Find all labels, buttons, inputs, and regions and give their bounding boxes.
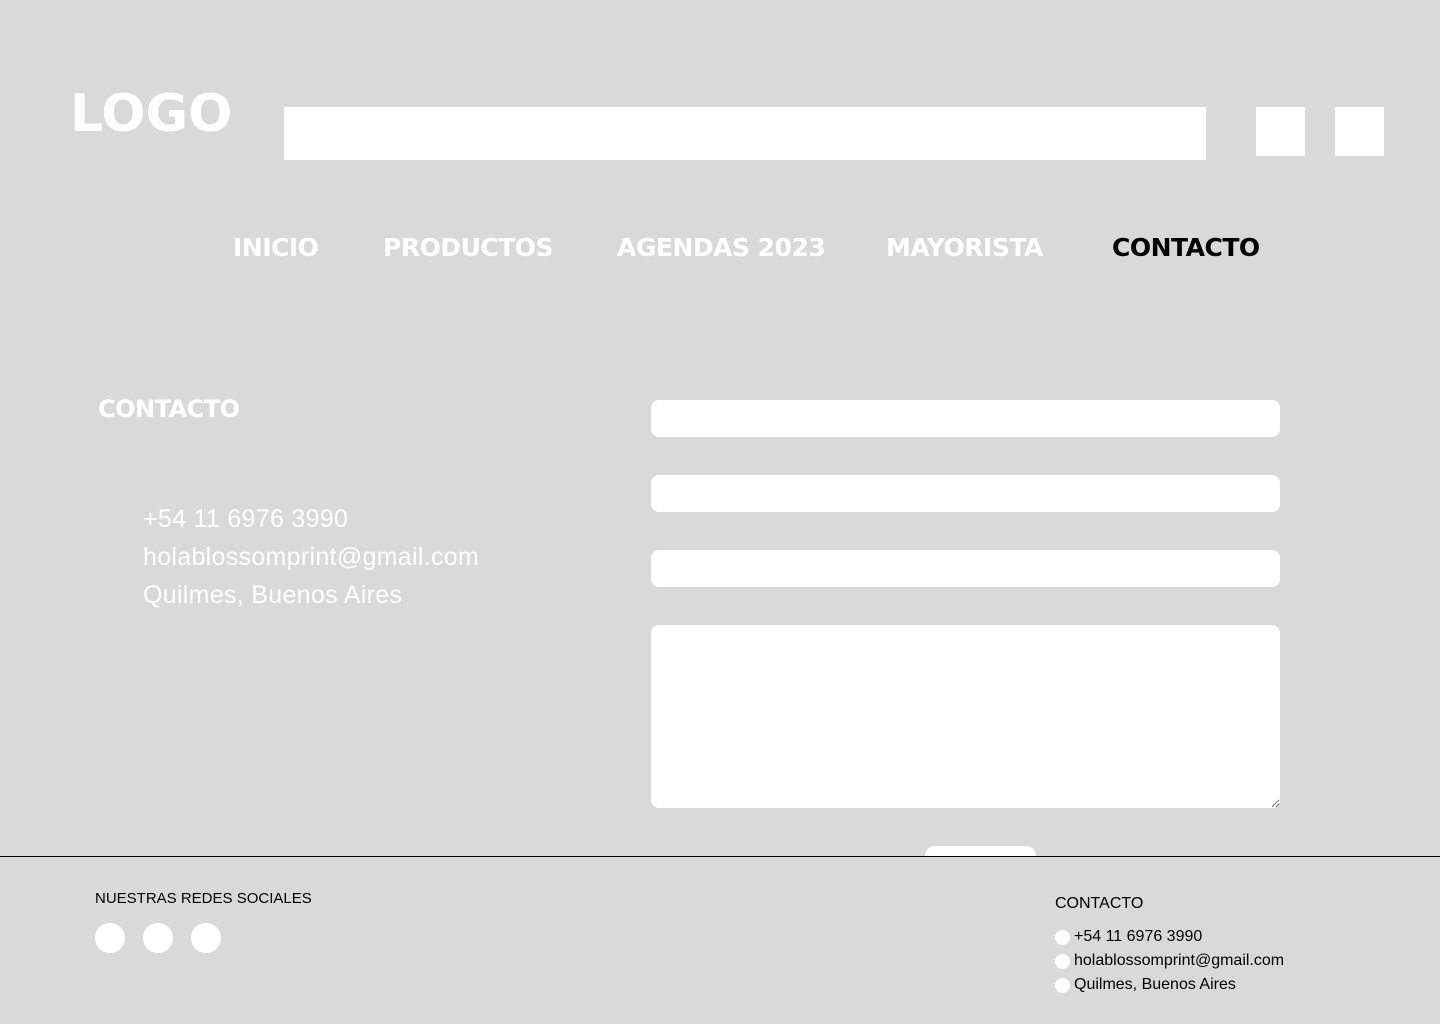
footer-location: Quilmes, Buenos Aires	[1074, 976, 1236, 993]
footer-contact-item: holablossomprint@gmail.com	[1055, 949, 1284, 973]
main-nav: INICIO PRODUCTOS AGENDAS 2023 MAYORISTA …	[0, 233, 1440, 265]
contact-location: Quilmes, Buenos Aires	[143, 581, 403, 609]
footer-contact-item: +54 11 6976 3990	[1055, 925, 1284, 949]
nav-item-agendas[interactable]: AGENDAS 2023	[617, 233, 826, 262]
message-field[interactable]	[651, 625, 1280, 808]
logo[interactable]: LOGO	[70, 84, 232, 144]
page-title: CONTACTO	[98, 395, 240, 423]
contact-phone: +54 11 6976 3990	[143, 505, 349, 533]
location-icon	[1055, 977, 1070, 993]
facebook-icon[interactable]	[143, 923, 173, 953]
contact-email: holablossomprint@gmail.com	[143, 543, 480, 571]
whatsapp-icon[interactable]	[191, 923, 221, 953]
cart-icon[interactable]	[1335, 107, 1384, 156]
nav-item-productos[interactable]: PRODUCTOS	[383, 233, 554, 262]
phone-field[interactable]	[651, 550, 1280, 587]
social-title: NUESTRAS REDES SOCIALES	[95, 890, 312, 907]
mail-icon	[1055, 953, 1070, 969]
nav-item-mayorista[interactable]: MAYORISTA	[886, 233, 1043, 262]
name-field[interactable]	[651, 400, 1280, 437]
footer-email[interactable]: holablossomprint@gmail.com	[1074, 952, 1284, 970]
nav-item-contacto[interactable]: CONTACTO	[1112, 233, 1260, 262]
contact-info: +54 11 6976 3990 holablossomprint@gmail.…	[143, 500, 479, 614]
footer-contact-list: +54 11 6976 3990 holablossomprint@gmail.…	[1055, 925, 1284, 997]
search-input[interactable]	[284, 107, 1206, 160]
footer: NUESTRAS REDES SOCIALES CONTACTO +54 11 …	[0, 856, 1440, 1024]
phone-icon	[1055, 929, 1070, 945]
footer-contact-item: Quilmes, Buenos Aires	[1055, 973, 1284, 997]
footer-contact-title: CONTACTO	[1055, 895, 1144, 912]
footer-phone: +54 11 6976 3990	[1074, 928, 1203, 945]
nav-item-inicio[interactable]: INICIO	[233, 233, 319, 262]
instagram-icon[interactable]	[95, 923, 125, 953]
email-field[interactable]	[651, 475, 1280, 512]
user-icon[interactable]	[1256, 107, 1305, 156]
